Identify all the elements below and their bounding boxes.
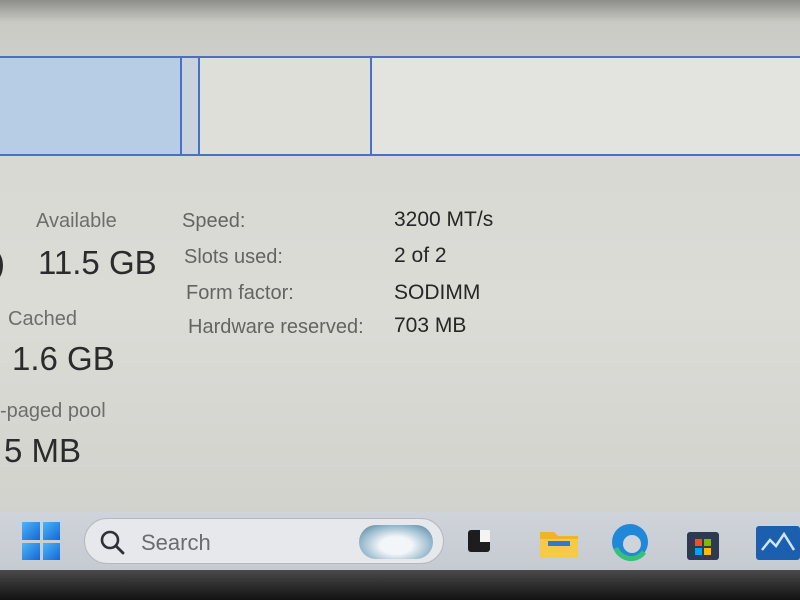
left-edge-fragment: ) [0,244,5,282]
file-explorer-icon[interactable] [538,526,580,560]
cached-label: Cached [8,308,77,330]
spec-form-factor-label: Form factor: [186,282,294,304]
available-value: 11.5 GB [38,244,157,281]
search-icon [100,530,125,555]
memory-modified-segment[interactable] [182,58,200,154]
memory-composition-bar[interactable] [0,56,800,156]
non-paged-pool-value: 5 MB [4,432,82,469]
spec-slots-value: 2 of 2 [394,244,447,267]
start-icon[interactable] [22,522,60,560]
taskbar-search-box[interactable]: Search [84,518,444,564]
cached-value: 1.6 GB [12,340,115,377]
app-icon[interactable] [752,522,800,562]
task-manager-memory-panel: Available ) 11.5 GB Cached 1.6 GB -paged… [0,0,800,515]
edge-icon[interactable] [610,522,650,562]
task-view-icon[interactable] [464,526,494,556]
available-label: Available [36,210,117,232]
spec-speed-label: Speed: [182,210,246,232]
memory-free-segment[interactable] [372,58,800,154]
screen-bezel-bottom [0,570,800,600]
store-icon[interactable] [684,526,722,562]
memory-standby-segment[interactable] [200,58,372,154]
search-highlight-art[interactable] [359,525,433,559]
non-paged-pool-label: -paged pool [0,400,106,422]
spec-form-factor-value: SODIMM [394,281,481,304]
taskbar: Search [0,512,800,570]
spec-hardware-reserved-label: Hardware reserved: [188,316,364,338]
spec-slots-label: Slots used: [184,246,283,268]
spec-speed-value: 3200 MT/s [394,208,494,231]
search-placeholder: Search [141,530,211,555]
memory-in-use-segment[interactable] [0,58,182,154]
screen-bezel-top [0,0,800,22]
spec-hardware-reserved-value: 703 MB [394,314,467,337]
